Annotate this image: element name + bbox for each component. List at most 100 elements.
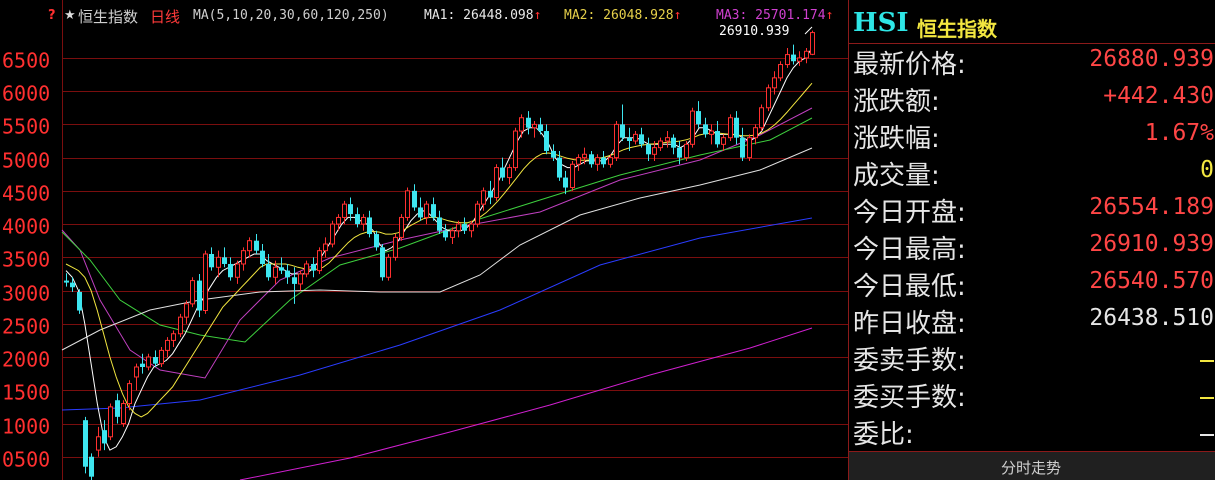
candle-body [348, 204, 353, 215]
quote-label: 涨跌额: [853, 87, 940, 117]
candle-body [785, 54, 790, 66]
candlestick [260, 244, 265, 268]
candlestick [772, 71, 777, 95]
candle-body [96, 436, 101, 451]
candle-body [418, 207, 423, 218]
candle-body [367, 217, 372, 235]
candlestick [684, 141, 689, 161]
candlestick [671, 134, 676, 155]
candle-body [646, 144, 651, 155]
candle-body [791, 54, 796, 62]
candlestick [544, 124, 549, 155]
candlestick [342, 200, 347, 225]
candle-body [608, 157, 613, 165]
candle-body [216, 256, 221, 268]
candle-body [633, 133, 638, 142]
ma2-up-arrow: ↑ [673, 8, 682, 23]
candlestick [159, 347, 164, 367]
candlestick [311, 257, 316, 278]
question-icon[interactable]: ? [48, 8, 56, 23]
candlestick [582, 147, 587, 165]
candle-body [266, 263, 271, 278]
candle-body [551, 150, 556, 158]
candlestick [646, 137, 651, 161]
candle-body [412, 190, 417, 208]
intraday-trend-tab[interactable]: 分时走势 [849, 452, 1215, 480]
candle-body [190, 280, 195, 305]
candlestick [228, 257, 233, 281]
candle-body [639, 134, 644, 145]
quote-value: 26880.939 [1089, 46, 1214, 72]
quote-value: 26910.939 [1089, 231, 1214, 257]
candlestick [235, 260, 240, 284]
candlestick [304, 260, 309, 278]
candlestick [759, 104, 764, 132]
candle-body [570, 163, 575, 189]
quote-value: 1.67% [1144, 120, 1214, 146]
y-axis-labels: 6500 6000 5500 5000 4500 4000 3500 3000 2500 2000… [2, 49, 50, 472]
quote-value: 26554.189 [1089, 194, 1214, 220]
candle-body [184, 303, 189, 318]
kline-chart-svg[interactable]: 6500 6000 5500 5000 4500 4000 3500 3000 2500 2000… [0, 0, 848, 480]
quote-label: 今日最高: [853, 235, 966, 265]
quote-value: 26540.570 [1089, 268, 1214, 294]
candlestick [134, 363, 139, 391]
candle-body [361, 216, 366, 225]
candle-body [443, 230, 448, 238]
candle-body [532, 123, 537, 129]
candle-body [507, 167, 512, 179]
candle-body [64, 280, 69, 283]
quote-row: 今日最低: 26540.570 [851, 266, 1215, 302]
candle-body [115, 400, 120, 417]
candle-body [121, 403, 126, 425]
kline-chart[interactable]: 6500 6000 5500 5000 4500 4000 3500 3000 2500 2000… [0, 0, 848, 480]
y-tick-label: 1500 [2, 381, 50, 405]
candle-body [475, 203, 480, 225]
candle-body [652, 147, 657, 155]
period-label[interactable]: 日线 [150, 6, 180, 27]
candlestick [500, 157, 505, 181]
star-icon[interactable]: ★ [64, 8, 76, 23]
candle-body [734, 117, 739, 138]
ma1-up-arrow: ↑ [533, 8, 542, 23]
candlestick [247, 237, 252, 258]
candlestick [614, 121, 619, 161]
candle-body [77, 291, 82, 311]
candle-body [102, 430, 107, 444]
candlestick [336, 214, 341, 231]
candle-body [766, 87, 771, 109]
candle-body [772, 77, 777, 89]
ma-lines [65, 47, 813, 451]
candle-body [690, 110, 695, 145]
candle-body [197, 280, 202, 311]
candlestick [424, 200, 429, 225]
candlestick [380, 244, 385, 281]
candlestick [317, 247, 322, 274]
candlestick [810, 30, 815, 56]
candlestick [507, 164, 512, 185]
quote-label: 委卖手数: [853, 346, 966, 376]
candlestick [620, 104, 625, 141]
quote-row: 今日最高: 26910.939 [851, 229, 1215, 265]
candle-body [298, 273, 303, 285]
y-tick-label: 1000 [2, 415, 50, 439]
candlestick [330, 220, 335, 248]
candlestick [323, 237, 328, 258]
long-ma-curve [61, 147, 813, 351]
candlestick [734, 111, 739, 145]
candlestick [791, 44, 796, 65]
y-tick-label: 6000 [2, 82, 50, 106]
candle-body [494, 167, 499, 199]
candlestick [589, 150, 594, 168]
candlestick [570, 160, 575, 191]
panel-index-name: 恒生指数 [917, 17, 997, 41]
candle-body [222, 257, 227, 264]
candle-body [519, 117, 524, 132]
candle-body [721, 137, 726, 145]
quote-row: 涨跌额: +442.430 [851, 81, 1215, 117]
y-tick-label: 5000 [2, 149, 50, 173]
quote-label: 今日开盘: [853, 198, 966, 228]
candlestick [83, 416, 88, 474]
candlestick [519, 114, 524, 138]
candlestick [184, 300, 189, 324]
